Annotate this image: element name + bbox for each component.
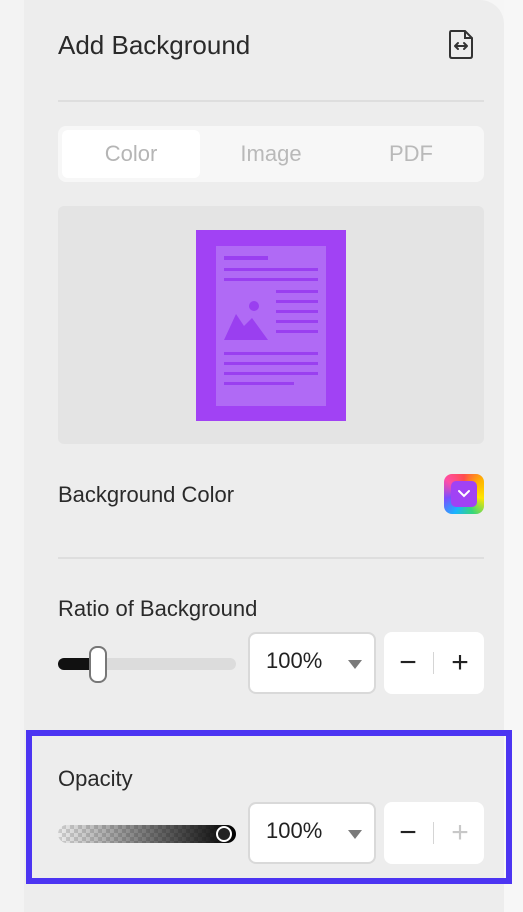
- ratio-decrease-button[interactable]: −: [384, 632, 432, 694]
- opacity-slider[interactable]: [58, 813, 236, 853]
- ratio-dropdown[interactable]: 100%: [248, 632, 376, 694]
- stepper-separator: [433, 822, 434, 844]
- opacity-stepper: − +: [384, 802, 484, 864]
- tab-image[interactable]: Image: [202, 130, 340, 178]
- opacity-slider-track: [58, 825, 236, 843]
- page-thumbnail: [196, 230, 346, 421]
- ratio-value: 100%: [266, 648, 323, 673]
- ratio-increase-button[interactable]: +: [436, 632, 484, 694]
- opacity-value: 100%: [266, 818, 323, 843]
- file-swap-icon[interactable]: [446, 28, 476, 60]
- opacity-increase-button[interactable]: +: [436, 802, 484, 864]
- current-color: [451, 481, 477, 507]
- ratio-label: Ratio of Background: [58, 596, 258, 621]
- caret-down-icon: [348, 830, 362, 839]
- ratio-stepper: − +: [384, 632, 484, 694]
- background-preview: [58, 206, 484, 444]
- stepper-separator: [433, 652, 434, 674]
- caret-down-icon: [348, 660, 362, 669]
- color-picker-button[interactable]: [444, 474, 484, 514]
- opacity-decrease-button[interactable]: −: [384, 802, 432, 864]
- panel-title: Add Background: [58, 30, 251, 60]
- opacity-slider-thumb[interactable]: [216, 826, 232, 842]
- tab-pdf[interactable]: PDF: [342, 130, 480, 178]
- ratio-slider[interactable]: [58, 644, 236, 684]
- ratio-slider-thumb[interactable]: [89, 646, 107, 683]
- left-edge: [0, 0, 24, 912]
- opacity-dropdown[interactable]: 100%: [248, 802, 376, 864]
- background-color-label: Background Color: [58, 482, 235, 507]
- divider-top: [58, 100, 484, 102]
- opacity-label: Opacity: [58, 766, 133, 791]
- chevron-down-icon: [458, 490, 470, 498]
- tab-bar: Color Image PDF: [58, 126, 484, 182]
- tab-color[interactable]: Color: [62, 130, 200, 178]
- divider-middle: [58, 557, 484, 559]
